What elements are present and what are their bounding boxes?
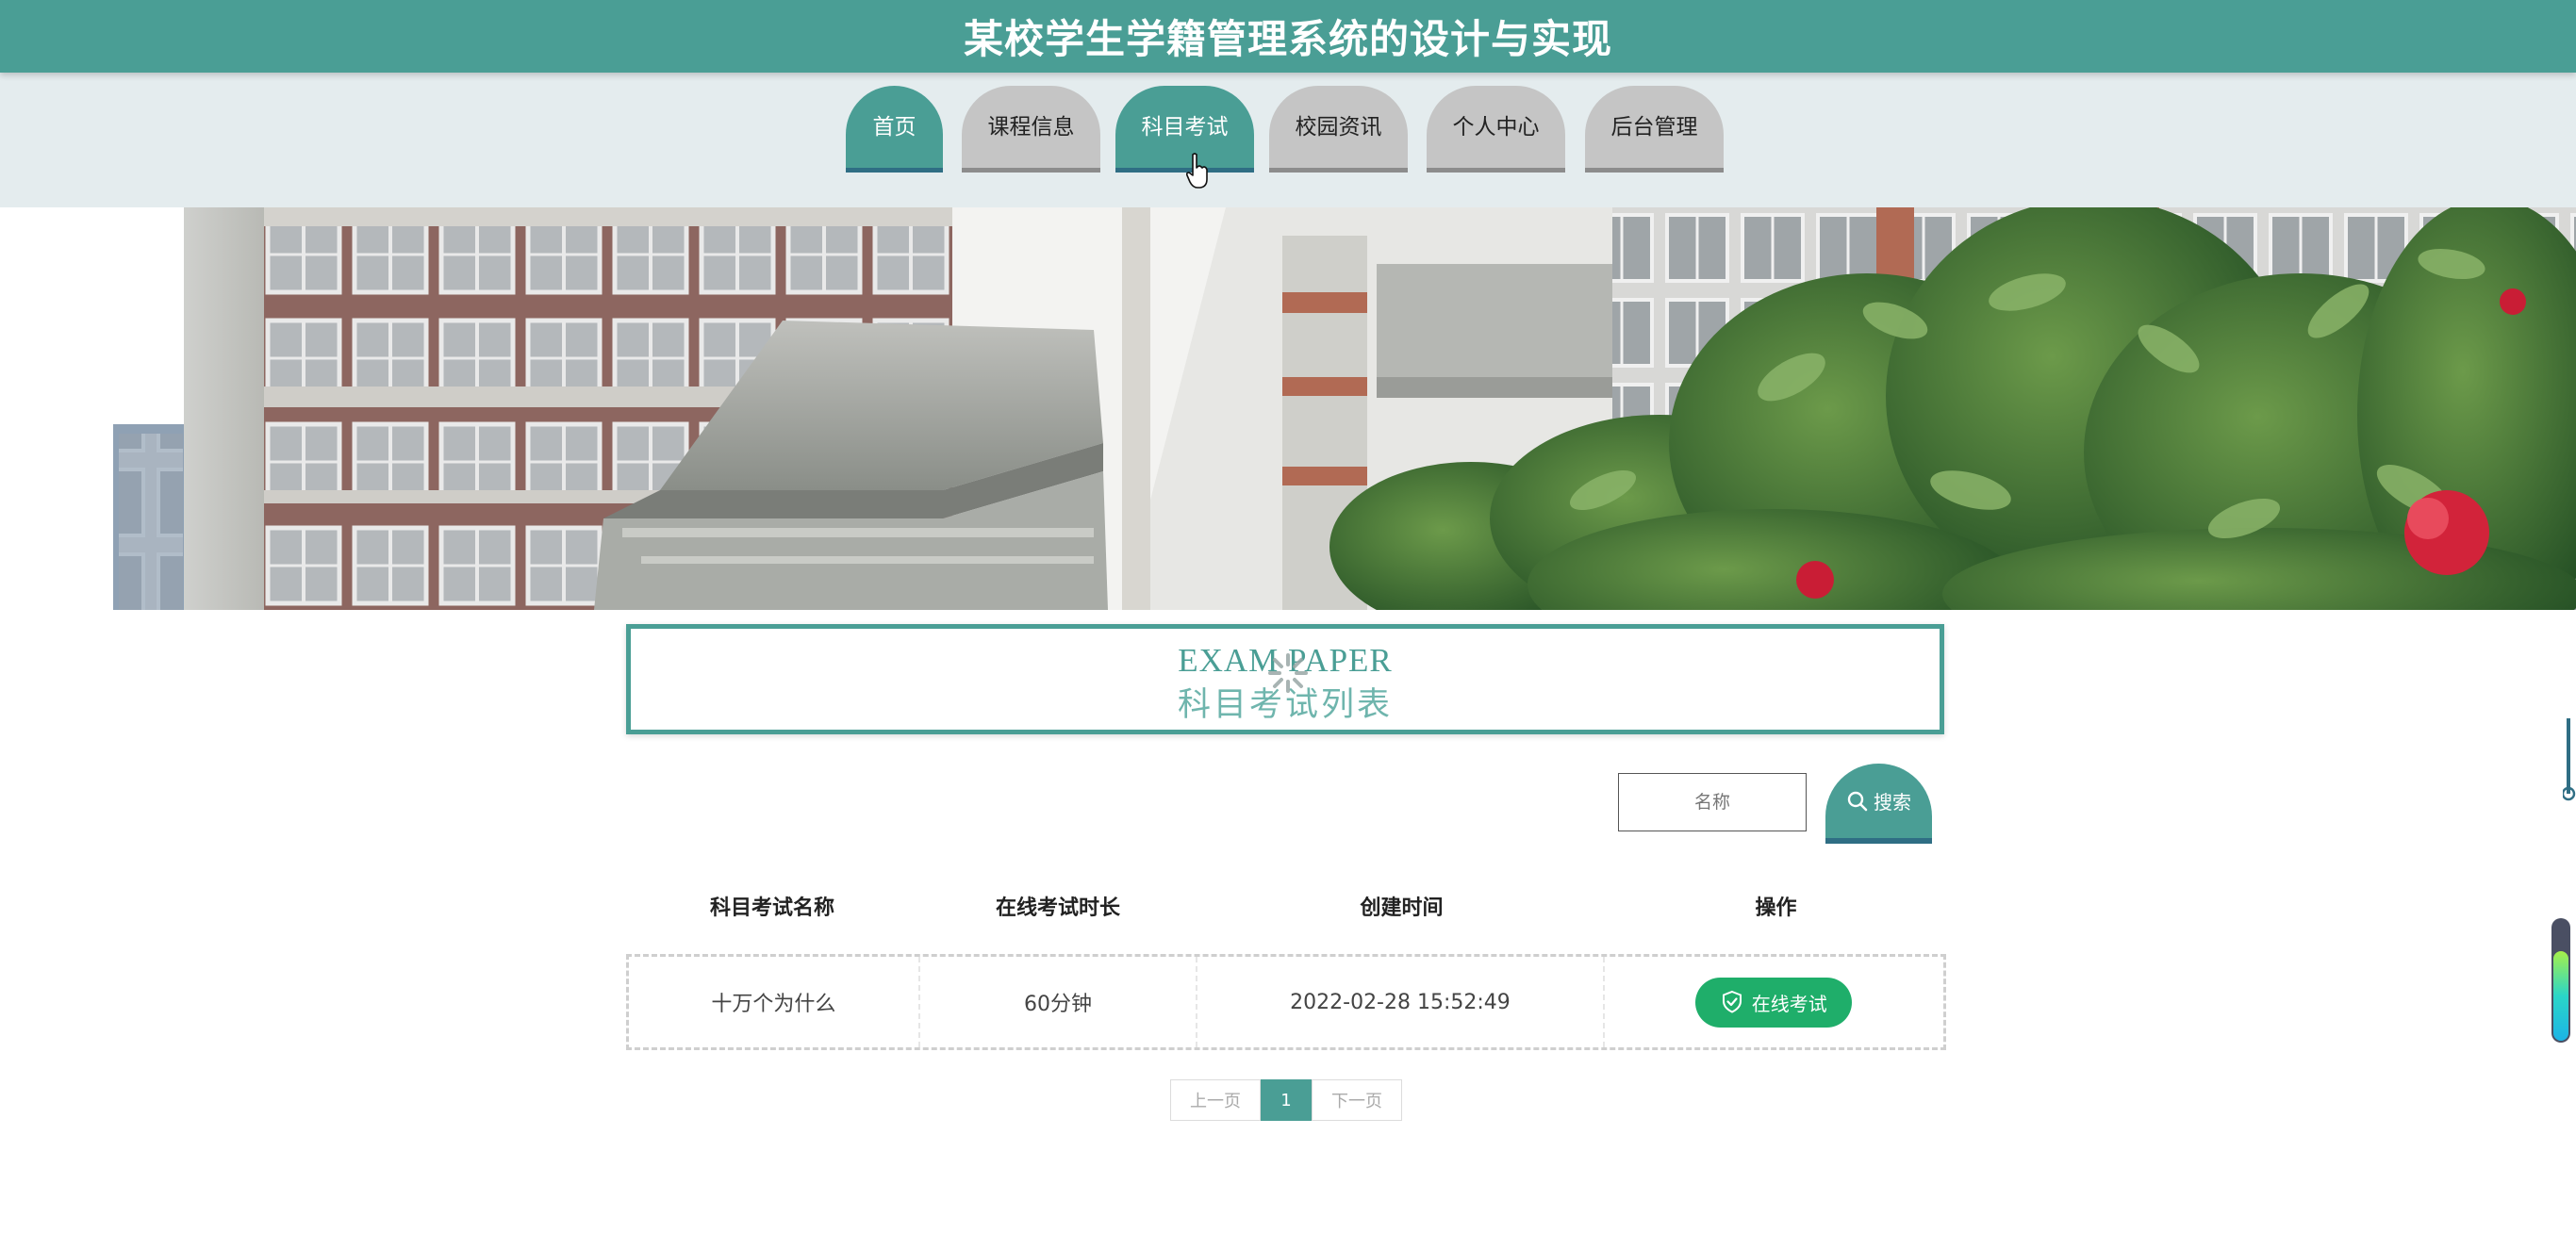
nav-item-personal-center[interactable]: 个人中心 [1427,86,1565,173]
online-exam-button-label: 在线考试 [1751,992,1827,1015]
nav-item-label: 个人中心 [1452,114,1540,140]
column-header-duration: 在线考试时长 [995,896,1120,920]
site-title: 某校学生学籍管理系统的设计与实现 [963,16,1612,62]
search-icon [1847,791,1868,811]
nav-item-label: 后台管理 [1610,114,1698,140]
nav-item-admin[interactable]: 后台管理 [1585,86,1724,173]
nav-item-campus-news[interactable]: 校园资讯 [1269,86,1408,173]
title-bar: 某校学生学籍管理系统的设计与实现 [0,0,2576,73]
nav-item-home[interactable]: 首页 [846,86,943,173]
current-page-button[interactable]: 1 [1261,1079,1312,1121]
pagination: 上一页 1 下一页 [1170,1079,1402,1121]
exam-name-cell: 十万个为什么 [629,957,920,1047]
search-name-input[interactable] [1618,773,1807,831]
exam-duration-cell: 60分钟 [920,957,1198,1047]
online-exam-button[interactable]: 在线考试 [1695,977,1853,1028]
nav-bar: 首页 课程信息 科目考试 校园资讯 个人中心 后台管理 [0,73,2576,207]
table-header: 科目考试名称 在线考试时长 创建时间 操作 [626,879,1946,933]
nav-item-label: 课程信息 [987,114,1075,140]
campus-banner-image [0,207,2576,610]
nav-item-label: 校园资讯 [1295,114,1382,140]
exam-created-cell: 2022-02-28 15:52:49 [1197,957,1605,1047]
nav-item-label: 首页 [872,114,916,140]
campus-photo [0,207,2576,610]
loading-spinner-icon [1268,653,1308,693]
nav-item-label: 科目考试 [1141,114,1229,140]
table-row: 十万个为什么 60分钟 2022-02-28 15:52:49 在线考试 [626,954,1946,1050]
nav-item-subject-exam[interactable]: 科目考试 [1115,86,1254,173]
nav-item-course-info[interactable]: 课程信息 [962,86,1100,173]
prev-page-button[interactable]: 上一页 [1170,1079,1261,1121]
column-header-exam-name: 科目考试名称 [709,896,834,920]
column-header-created-time: 创建时间 [1360,896,1444,920]
section-header: EXAM PAPER 科目考试列表 [626,624,1944,734]
scroll-position-indicator[interactable] [2563,718,2576,803]
shield-check-icon [1722,990,1742,1013]
exam-action-cell: 在线考试 [1605,957,1943,1047]
progress-widget[interactable] [2551,918,2570,1043]
next-page-button[interactable]: 下一页 [1312,1079,1402,1121]
column-header-actions: 操作 [1755,896,1797,920]
hand-cursor-icon [1186,153,1208,189]
search-button[interactable]: 搜索 [1825,764,1932,844]
progress-widget-fill [2553,950,2568,1041]
search-button-label: 搜索 [1874,791,1911,814]
